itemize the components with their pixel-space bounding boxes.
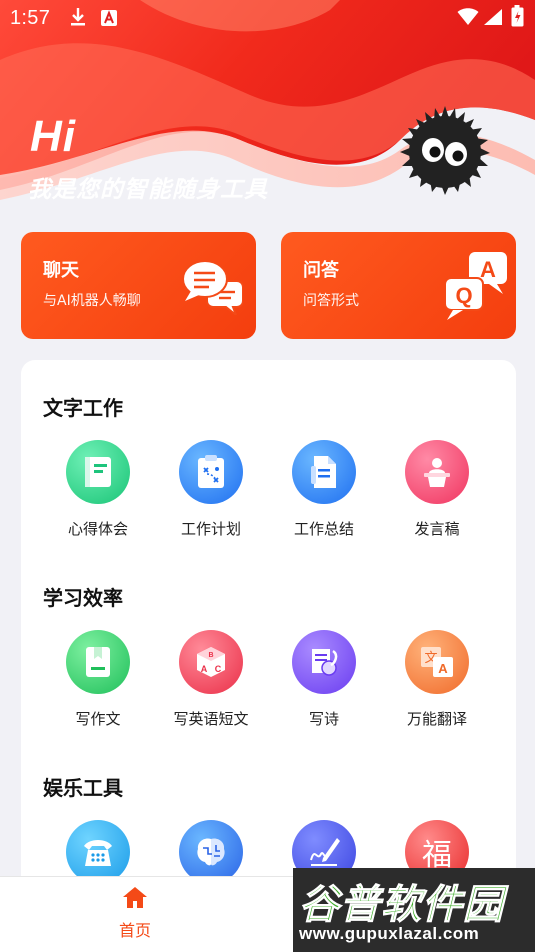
- mascot-soot-sprite-icon: [400, 106, 490, 195]
- svg-text:A: A: [201, 664, 208, 674]
- chat-card-title: 聊天: [43, 260, 79, 281]
- section-title-study: 学习效率: [43, 586, 123, 610]
- svg-text:Q: Q: [455, 283, 472, 308]
- battery-icon: [511, 5, 524, 27]
- tab-home-label: 首页: [118, 921, 151, 940]
- document-summary-icon: [292, 440, 356, 504]
- qa-card-subtitle: 问答形式: [303, 293, 359, 309]
- tool-label: 发言稿: [414, 520, 460, 538]
- status-bar: 1:57: [0, 0, 535, 36]
- qa-bubbles-icon: A Q: [444, 252, 507, 320]
- svg-text:A: A: [480, 257, 496, 282]
- tool-english-essay[interactable]: ACB 写英语短文: [155, 630, 267, 729]
- qa-card[interactable]: 问答 问答形式 A Q: [281, 232, 516, 339]
- tool-work-summary[interactable]: 工作总结: [268, 440, 380, 539]
- telephone-icon: [66, 820, 130, 884]
- download-icon: [71, 8, 85, 26]
- svg-text:A: A: [438, 661, 448, 676]
- tool-label: 万能翻译: [406, 710, 467, 728]
- site-watermark: 谷普软件园 www.gupuxlazal.com: [293, 868, 535, 952]
- podium-speaker-icon: [405, 440, 469, 504]
- book-icon: [66, 440, 130, 504]
- section-title-entertainment: 娱乐工具: [43, 776, 123, 800]
- greeting-text: Hi: [30, 112, 76, 161]
- chat-card-subtitle: 与AI机器人畅聊: [43, 293, 141, 309]
- tool-label: 写作文: [75, 710, 121, 728]
- home-icon: [123, 887, 147, 908]
- tool-label: 工作计划: [180, 520, 241, 538]
- clipboard-plan-icon: [179, 440, 243, 504]
- tool-reflection[interactable]: 心得体会: [42, 440, 154, 539]
- tool-essay[interactable]: 写作文: [42, 630, 154, 729]
- tools-panel: 文字工作 心得体会 工作计划 工作总结 发言稿 学习效率 写作文 ACB 写英语…: [21, 360, 516, 900]
- qa-card-title: 问答: [303, 260, 339, 281]
- tool-translate[interactable]: 文A 万能翻译: [381, 630, 493, 729]
- cell-signal-icon: [484, 9, 502, 25]
- tool-label: 工作总结: [293, 520, 354, 538]
- brain-icon: [179, 820, 243, 884]
- section-title-text-work: 文字工作: [43, 396, 123, 420]
- watermark-brand: 谷普软件园: [299, 882, 504, 929]
- svg-text:B: B: [208, 652, 213, 659]
- slogan-text: 我是您的智能随身工具: [28, 177, 268, 203]
- tool-label: 写英语短文: [173, 710, 249, 728]
- wifi-icon: [457, 8, 479, 25]
- tool-poetry[interactable]: 写诗: [268, 630, 380, 729]
- notebook-icon: [66, 630, 130, 694]
- chat-card[interactable]: 聊天 与AI机器人畅聊: [21, 232, 256, 339]
- tool-work-plan[interactable]: 工作计划: [155, 440, 267, 539]
- chat-bubbles-icon: [182, 260, 243, 315]
- poetry-scroll-icon: [292, 630, 356, 694]
- status-time: 1:57: [10, 7, 51, 29]
- tab-home[interactable]: 首页: [100, 885, 170, 941]
- svg-text:C: C: [215, 664, 222, 674]
- tool-speech-draft[interactable]: 发言稿: [381, 440, 493, 539]
- tool-label: 写诗: [308, 710, 339, 728]
- app-notification-icon: [101, 10, 117, 26]
- watermark-url: www.gupuxlazal.com: [299, 924, 480, 943]
- tool-label: 心得体会: [67, 520, 128, 538]
- translate-icon: 文A: [405, 630, 469, 694]
- abc-cube-icon: ACB: [179, 630, 243, 694]
